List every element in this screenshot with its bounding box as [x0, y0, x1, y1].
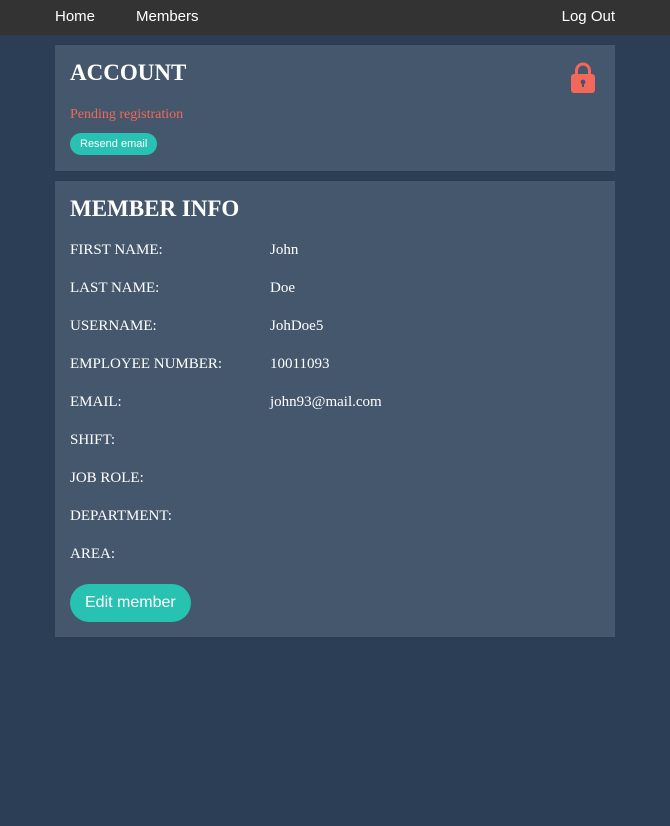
account-card: ACCOUNT Pending registration Resend emai… [55, 45, 615, 171]
field-label: DEPARTMENT: [70, 508, 172, 524]
field-label: JOB ROLE: [70, 470, 144, 486]
field-label: USERNAME: [70, 318, 157, 334]
field-value: 10011093 [270, 356, 330, 372]
top-navbar: Home Members Log Out [0, 0, 670, 35]
nav-home-link[interactable]: Home [55, 8, 95, 26]
resend-email-button[interactable]: Resend email [70, 133, 158, 155]
field-value: john93@mail.com [270, 394, 382, 410]
field-label: EMPLOYEE NUMBER: [70, 356, 223, 372]
field-label: EMAIL: [70, 394, 122, 410]
nav-members-link[interactable]: Members [136, 8, 199, 26]
registration-status: Pending registration [70, 107, 184, 122]
field-area: AREA: [70, 544, 600, 564]
field-value: JohDoe5 [270, 318, 324, 334]
account-title: ACCOUNT [70, 60, 187, 85]
field-value: John [270, 242, 299, 258]
member-info-card: MEMBER INFO FIRST NAME: John LAST NAME: … [55, 181, 615, 637]
field-last-name: LAST NAME: Doe [70, 278, 600, 298]
field-label: SHIFT: [70, 432, 116, 448]
field-value: Doe [270, 280, 295, 296]
field-employee-number: EMPLOYEE NUMBER: 10011093 [70, 354, 600, 374]
nav-logout-link[interactable]: Log Out [562, 8, 615, 26]
field-shift: SHIFT: [70, 430, 600, 450]
field-first-name: FIRST NAME: John [70, 240, 600, 260]
edit-member-button[interactable]: Edit member [70, 584, 191, 622]
field-label: LAST NAME: [70, 280, 160, 296]
field-email: EMAIL: john93@mail.com [70, 392, 600, 412]
field-label: AREA: [70, 546, 115, 562]
lock-icon [571, 62, 595, 93]
field-department: DEPARTMENT: [70, 506, 600, 526]
member-info-title: MEMBER INFO [70, 196, 240, 221]
field-job-role: JOB ROLE: [70, 468, 600, 488]
field-username: USERNAME: JohDoe5 [70, 316, 600, 336]
field-label: FIRST NAME: [70, 242, 163, 258]
